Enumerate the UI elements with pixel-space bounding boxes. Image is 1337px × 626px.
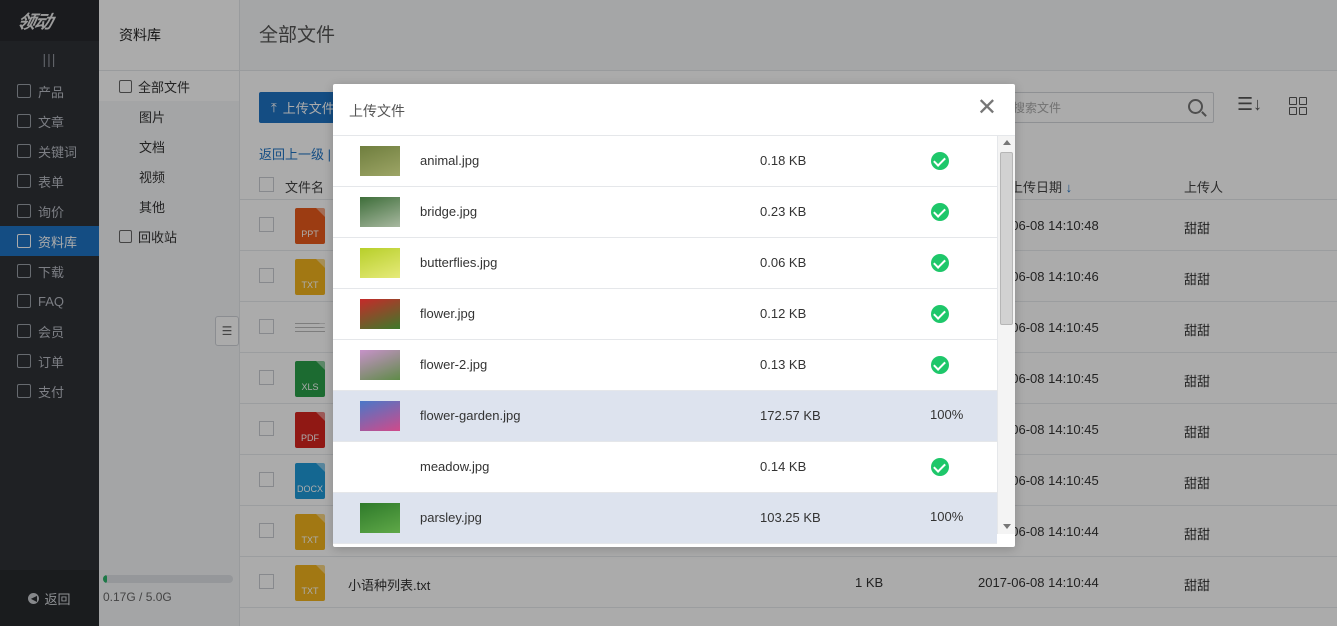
scroll-down-icon[interactable] [1003,524,1011,529]
upload-row: animal.jpg 0.18 KB [333,136,997,187]
upload-file-name: meadow.jpg [420,459,490,474]
upload-dialog: 上传文件 ✕ animal.jpg 0.18 KB bridge.jpg 0.23 K… [333,84,1015,547]
image-thumbnail [360,197,400,227]
upload-file-name: bridge.jpg [420,204,478,219]
upload-file-name: flower-garden.jpg [420,408,521,423]
image-thumbnail [360,401,400,431]
upload-list-scrollbar[interactable] [997,136,1015,534]
upload-file-size: 0.23 KB [760,204,807,219]
upload-file-size: 172.57 KB [760,408,821,423]
upload-row: flower-garden.jpg 172.57 KB 100% [333,391,997,442]
upload-file-size: 0.18 KB [760,153,807,168]
upload-progress: 100% [930,509,964,524]
upload-file-size: 0.12 KB [760,306,807,321]
check-circle-icon [931,458,949,476]
upload-progress: 100% [930,407,964,422]
scroll-up-icon[interactable] [1003,140,1011,145]
scrollbar-thumb[interactable] [1000,152,1013,325]
image-thumbnail [360,503,400,533]
upload-file-name: parsley.jpg [420,510,482,525]
upload-dialog-header: 上传文件 ✕ [333,84,1015,136]
upload-dialog-title: 上传文件 [349,103,405,119]
upload-file-name: animal.jpg [420,153,480,168]
upload-file-size: 103.25 KB [760,510,821,525]
upload-file-name: flower-2.jpg [420,357,488,372]
upload-file-size: 0.14 KB [760,459,807,474]
upload-file-name: butterflies.jpg [420,255,498,270]
image-thumbnail [360,248,400,278]
check-circle-icon [931,152,949,170]
check-circle-icon [931,254,949,272]
upload-row: butterflies.jpg 0.06 KB [333,238,997,289]
close-icon[interactable]: ✕ [977,96,997,120]
upload-row: flower-2.jpg 0.13 KB [333,340,997,391]
upload-row: parsley.jpg 103.25 KB 100% [333,493,997,544]
upload-file-name: flower.jpg [420,306,475,321]
upload-row: bridge.jpg 0.23 KB [333,187,997,238]
upload-row: flower.jpg 0.12 KB [333,289,997,340]
upload-file-size: 0.06 KB [760,255,807,270]
check-circle-icon [931,203,949,221]
upload-file-size: 0.13 KB [760,357,807,372]
image-thumbnail [360,350,400,380]
check-circle-icon [931,356,949,374]
image-thumbnail [360,299,400,329]
upload-row: meadow.jpg 0.14 KB [333,442,997,493]
check-circle-icon [931,305,949,323]
image-thumbnail [360,146,400,176]
